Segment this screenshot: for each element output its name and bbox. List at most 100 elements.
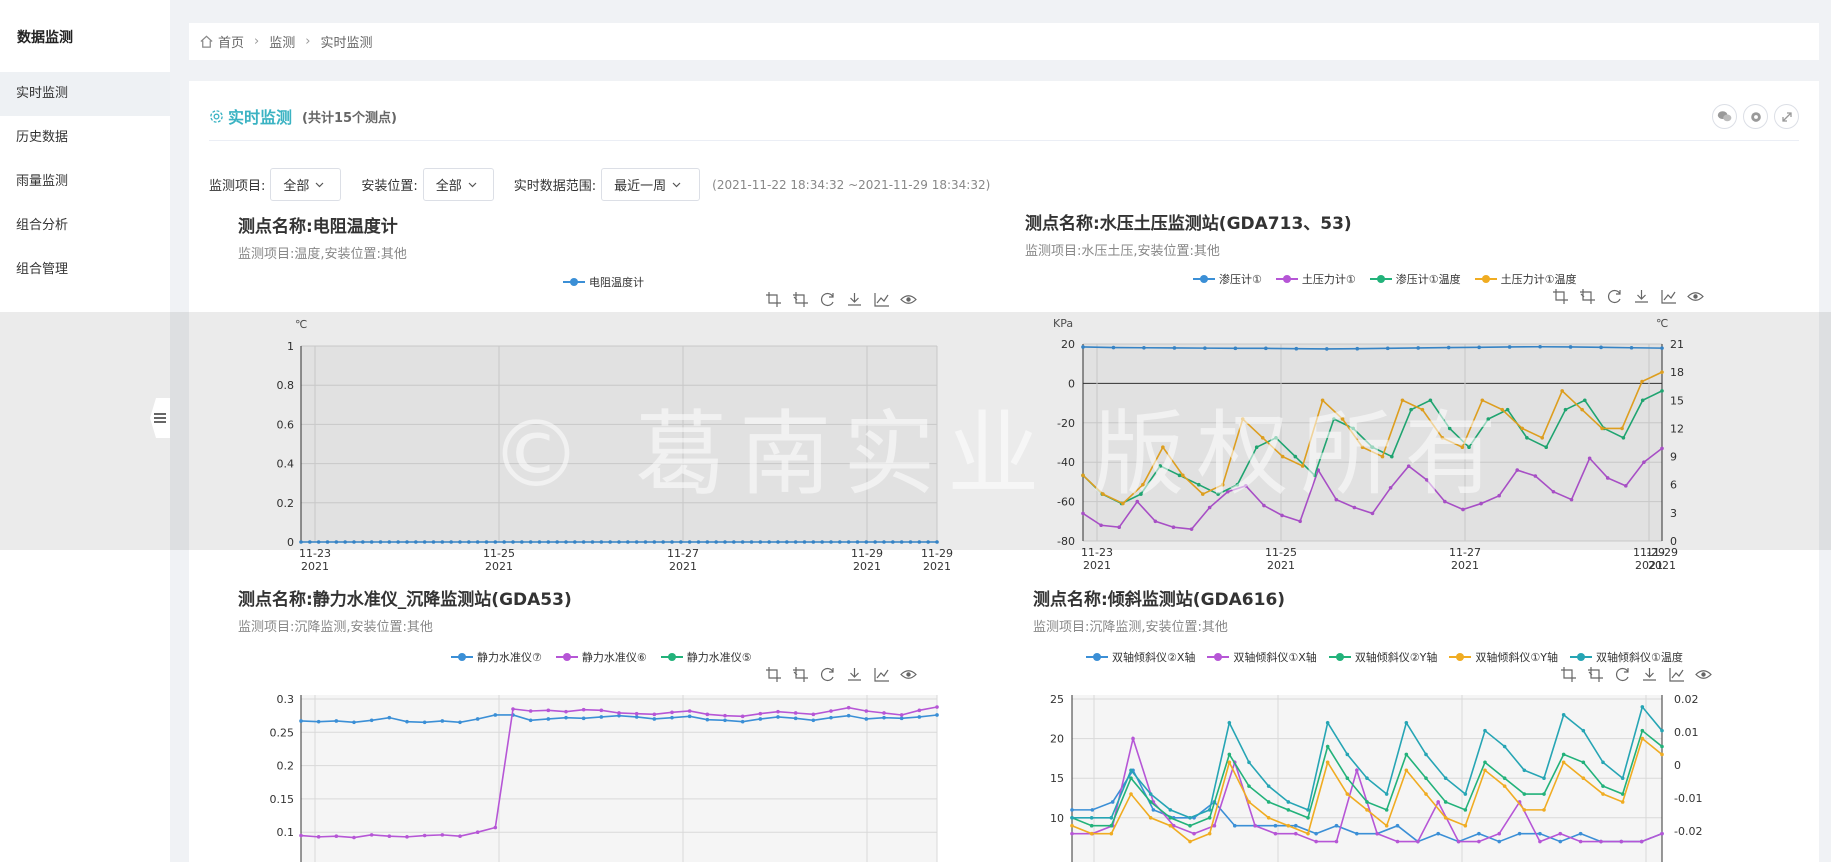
series-line-point <box>1286 800 1291 804</box>
legend-item[interactable]: 静力水准仪⑥ <box>555 649 647 665</box>
series-line-point <box>1463 823 1468 828</box>
series-line-point <box>926 540 930 544</box>
legend-item[interactable]: 土压力计① <box>1275 271 1356 287</box>
download-icon[interactable] <box>1641 666 1658 683</box>
legend-item[interactable]: 双轴倾斜仪①Y轴 <box>1449 649 1558 665</box>
legend-item[interactable]: 电阻温度计 <box>563 274 644 290</box>
series-line-point <box>1109 831 1114 836</box>
legend-item[interactable]: 双轴倾斜仪①温度 <box>1570 649 1683 665</box>
series-line-point <box>1131 736 1135 741</box>
chart-toolbox-3 <box>765 666 917 683</box>
eye-icon[interactable] <box>900 666 917 683</box>
series-line-point <box>917 708 922 713</box>
eye-icon[interactable] <box>900 291 917 308</box>
legend-label: 渗压计① <box>1219 273 1262 286</box>
sidebar-item-rainfall[interactable]: 雨量监测 <box>0 160 170 204</box>
series-line-point <box>1538 344 1542 349</box>
series-line-point <box>528 540 533 544</box>
series-line-point <box>838 540 842 544</box>
series-line-point <box>1360 445 1365 449</box>
refresh-icon[interactable] <box>1614 666 1631 683</box>
y-tick-label: 0.15 <box>270 793 295 806</box>
legend-item[interactable]: 双轴倾斜仪①X轴 <box>1207 649 1317 665</box>
series-line-point <box>1390 454 1394 459</box>
series-line-point <box>361 540 365 544</box>
crop-back-icon[interactable] <box>1587 666 1604 683</box>
download-icon[interactable] <box>1633 288 1650 305</box>
wechat-button[interactable] <box>1712 104 1737 129</box>
series-line-point <box>1375 831 1379 836</box>
sidebar-item-history[interactable]: 历史数据 <box>0 116 170 160</box>
line-chart-icon[interactable] <box>873 666 890 683</box>
series-line-point <box>793 711 798 715</box>
legend-label: 渗压计①温度 <box>1395 273 1461 286</box>
series-line-point <box>1660 744 1664 749</box>
series-line-point <box>1334 497 1339 502</box>
sidebar-item-combo-analysis[interactable]: 组合分析 <box>0 204 170 248</box>
series-line-point <box>352 720 356 725</box>
crop-icon[interactable] <box>765 666 782 683</box>
refresh-icon[interactable] <box>819 666 836 683</box>
series-line-point <box>1477 345 1481 350</box>
series-line-point <box>1370 511 1375 516</box>
legend-item[interactable]: 渗压计① <box>1193 271 1262 287</box>
y-tick-label-right: -0.01 <box>1674 792 1702 805</box>
breadcrumb-home[interactable]: 首页 <box>218 32 244 51</box>
series-line-point <box>643 540 648 544</box>
line-chart-icon[interactable] <box>873 291 890 308</box>
y-tick-label: 1 <box>287 340 294 353</box>
legend-label: 双轴倾斜仪①X轴 <box>1233 651 1317 664</box>
sidebar-item-combo-manage[interactable]: 组合管理 <box>0 248 170 292</box>
breadcrumb-current: 实时监测 <box>320 36 373 51</box>
crop-back-icon[interactable] <box>792 291 809 308</box>
legend-marker <box>1275 274 1298 284</box>
home-icon[interactable] <box>199 34 214 49</box>
series-line-point <box>1601 760 1605 765</box>
refresh-icon[interactable] <box>1606 288 1623 305</box>
series-line-point <box>1601 784 1605 788</box>
location-select[interactable]: 全部 <box>422 168 494 201</box>
legend-item[interactable]: 双轴倾斜仪②X轴 <box>1086 649 1195 665</box>
eye-icon[interactable] <box>1695 666 1712 683</box>
crop-icon[interactable] <box>1560 666 1577 683</box>
range-select[interactable]: 最近一周 <box>601 168 701 201</box>
crop-icon[interactable] <box>1552 288 1569 305</box>
x-tick-label: 2021 <box>1083 559 1111 572</box>
legend-item[interactable]: 土压力计①温度 <box>1474 271 1577 287</box>
legend-item[interactable]: 静力水准仪⑦ <box>451 649 542 665</box>
download-icon[interactable] <box>846 291 863 308</box>
series-line-point <box>1235 482 1240 487</box>
range-text: (2021-11-22 18:34:32 ~2021-11-29 18:34:3… <box>712 177 991 192</box>
legend-marker <box>660 652 683 662</box>
monitor-item-select[interactable]: 全部 <box>270 168 342 201</box>
series-line-point <box>369 718 374 723</box>
series-line-point <box>1233 346 1238 351</box>
legend-item[interactable]: 静力水准仪⑤ <box>660 649 752 665</box>
series-line-point <box>1558 839 1563 844</box>
download-icon[interactable] <box>846 666 863 683</box>
series-line-point <box>1515 468 1520 472</box>
chevron-down-icon <box>315 182 324 187</box>
legend-label: 静力水准仪⑤ <box>686 651 752 664</box>
crop-back-icon[interactable] <box>1579 288 1596 305</box>
refresh-icon[interactable] <box>819 291 836 308</box>
x-tick-label: 11-27 <box>1449 546 1481 559</box>
eye-icon[interactable] <box>1687 288 1704 305</box>
breadcrumb-monitor[interactable]: 监测 <box>269 32 295 51</box>
legend-item[interactable]: 双轴倾斜仪②Y轴 <box>1328 649 1437 665</box>
settings-button[interactable] <box>1743 104 1768 129</box>
line-chart-icon[interactable] <box>1668 666 1685 683</box>
y-unit: mm <box>287 685 308 687</box>
legend-item[interactable]: 渗压计①温度 <box>1369 271 1461 287</box>
series-line-point <box>1583 398 1587 403</box>
series-line-point <box>802 540 807 544</box>
line-chart-icon[interactable] <box>1660 288 1677 305</box>
fullscreen-button[interactable] <box>1774 104 1799 129</box>
breadcrumb: 首页 › 监测 › 实时监测 <box>189 23 1819 60</box>
x-tick-label: 2021 <box>853 560 881 573</box>
sidebar-item-realtime[interactable]: 实时监测 <box>0 72 170 116</box>
series-line-point <box>608 540 612 544</box>
crop-back-icon[interactable] <box>792 666 809 683</box>
x-tick-label: 11-29 <box>851 547 883 560</box>
crop-icon[interactable] <box>765 291 782 308</box>
